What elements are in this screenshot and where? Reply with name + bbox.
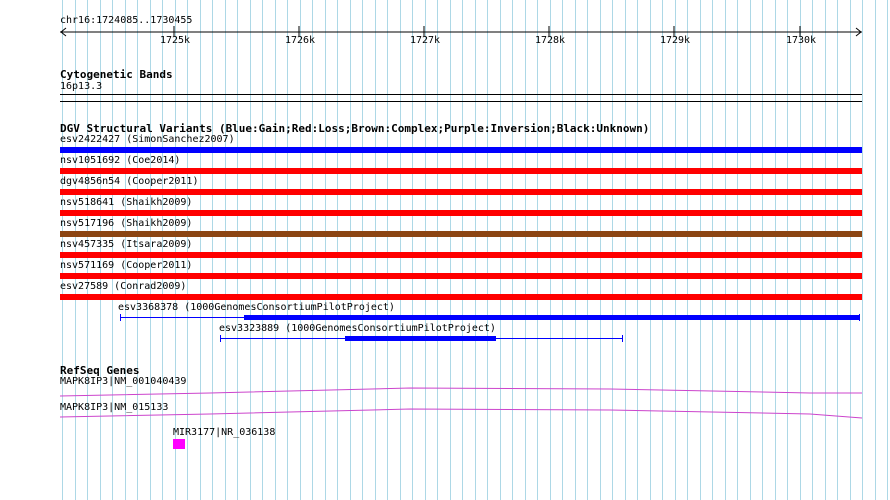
gene-models <box>59 387 863 419</box>
gene-model-mapk8ip3-nm001040439 <box>59 387 862 397</box>
mirna-gene-box[interactable] <box>173 439 185 449</box>
genome-browser-track-panel: chr16:1724085..1730455 1725k 1726k 1727k 17… <box>0 0 890 500</box>
gene-label[interactable]: MAPK8IP3|NM_015133 <box>60 402 168 414</box>
gene-model-mapk8ip3-nm015133 <box>59 408 863 419</box>
gene-label[interactable]: MIR3177|NR_036138 <box>173 427 275 439</box>
